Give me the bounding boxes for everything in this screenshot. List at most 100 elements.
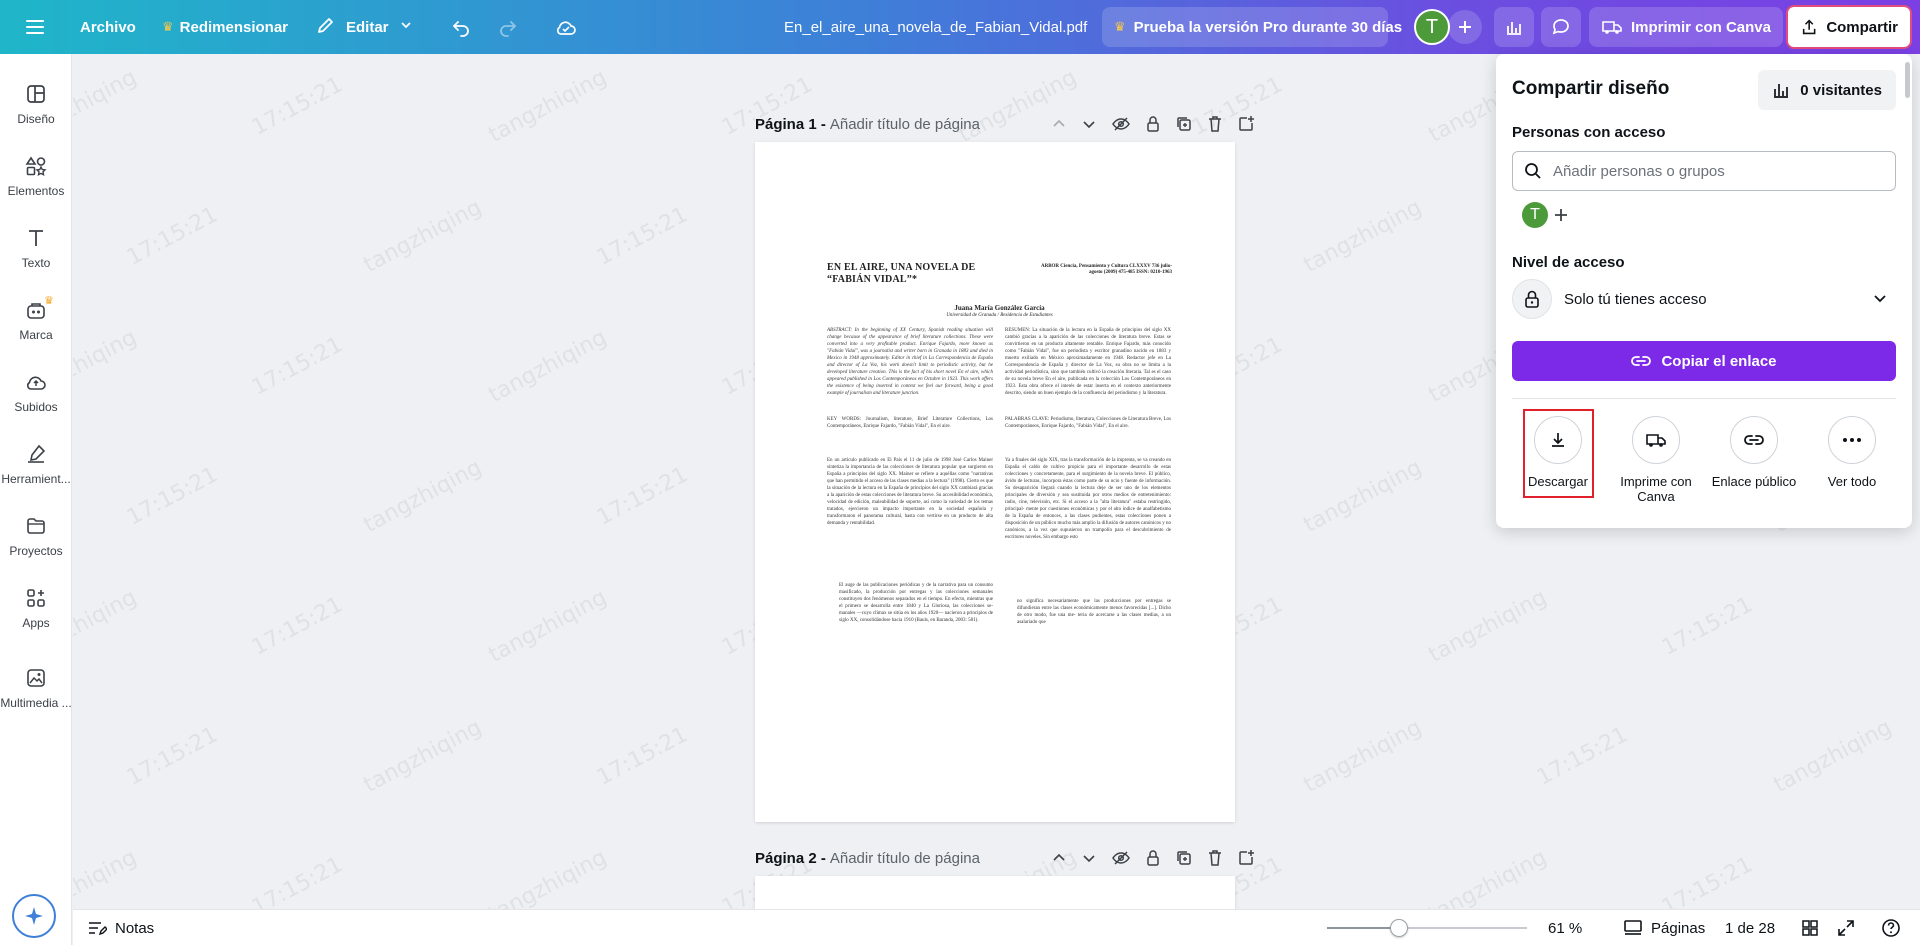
add-person-button[interactable] — [1548, 202, 1574, 228]
watermark-text: 17:15:21 — [592, 202, 692, 271]
crown-icon: ♛ — [1114, 19, 1126, 34]
add-page-icon[interactable] — [1237, 115, 1255, 133]
doc-quote-left: El auge de las publicaciones periódicas … — [839, 583, 993, 623]
chevron-down-icon[interactable] — [1081, 850, 1097, 866]
plus-icon — [1555, 209, 1567, 221]
sidebar-item-proyectos[interactable]: Proyectos — [0, 502, 72, 568]
sidebar-item-elementos[interactable]: Elementos — [0, 142, 72, 208]
duplicate-icon[interactable] — [1175, 115, 1193, 133]
cloud-saved-icon[interactable] — [554, 0, 578, 54]
chevron-up-icon[interactable] — [1051, 850, 1067, 866]
sidebar-item-subidos[interactable]: Subidos — [0, 358, 72, 424]
sidebar-item-apps[interactable]: Apps — [0, 574, 72, 640]
copy-link-button[interactable]: Copiar el enlace — [1512, 341, 1896, 381]
redo-icon[interactable] — [497, 0, 519, 54]
pen-tool-icon — [28, 444, 46, 463]
pages-view-button[interactable]: Páginas — [1623, 910, 1705, 945]
trash-icon[interactable] — [1207, 849, 1223, 867]
page-title-input[interactable]: Añadir título de página — [830, 116, 980, 133]
duplicate-icon[interactable] — [1175, 849, 1193, 867]
crown-icon: ♛ — [44, 295, 54, 307]
watermark-text: tangzhiqing — [359, 195, 486, 278]
sidebar-item-marca[interactable]: ♛ Marca — [0, 286, 72, 352]
watermark-text: tangzhiqing — [359, 715, 486, 798]
public-link-button[interactable]: Enlace público — [1710, 416, 1798, 489]
menu-icon[interactable] — [24, 0, 46, 54]
magic-assistant-button[interactable] — [12, 894, 56, 938]
share-upload-icon — [1802, 19, 1816, 35]
comments-button[interactable] — [1541, 7, 1581, 47]
access-level-value: Solo tú tienes acceso — [1564, 290, 1707, 308]
chevron-down-icon[interactable] — [1081, 116, 1097, 132]
doc-body-right: Ya a finales del siglo XIX, tras la tran… — [1005, 458, 1171, 540]
pro-trial-button[interactable]: ♛ Prueba la versión Pro durante 30 días — [1102, 7, 1402, 47]
add-people-input[interactable] — [1553, 162, 1873, 180]
page-number: Página 1 - — [755, 115, 826, 133]
add-people-field[interactable] — [1512, 151, 1896, 191]
lock-icon[interactable] — [1145, 849, 1161, 867]
pages-icon — [1624, 920, 1642, 935]
collaborator-avatar[interactable]: T — [1522, 202, 1548, 228]
plus-icon — [1459, 21, 1471, 33]
doc-palabras-clave: PALABRAS CLAVE: Periodismo, literatura, … — [1005, 417, 1171, 429]
zoom-slider-fill — [1327, 927, 1399, 929]
bottom-bar: Notas 61 % Páginas 1 de 28 — [73, 909, 1920, 945]
share-design-panel: Compartir diseño 0 visitantes Personas c… — [1496, 54, 1912, 528]
insights-button[interactable] — [1494, 7, 1534, 47]
see-all-button[interactable]: Ver todo — [1808, 416, 1896, 489]
user-avatar[interactable]: T — [1414, 9, 1450, 45]
add-collaborator-button[interactable] — [1448, 10, 1482, 44]
doc-keywords: KEY WORDS: Journalism, literature, Brief… — [827, 417, 993, 429]
sidebar-item-label: Proyectos — [9, 544, 63, 558]
sidebar-item-diseno[interactable]: Diseño — [0, 70, 72, 136]
panel-scrollbar[interactable] — [1905, 62, 1910, 98]
resize-button[interactable]: ♛ Redimensionar — [162, 0, 288, 54]
doc-title: EN EL AIRE, UNA NOVELA DE “FABIÁN VIDAL”… — [827, 262, 976, 285]
zoom-slider[interactable] — [1327, 919, 1527, 937]
archivo-menu[interactable]: Archivo — [80, 0, 136, 54]
page-title-input[interactable]: Añadir título de página — [830, 850, 980, 867]
share-button[interactable]: Compartir — [1786, 5, 1912, 49]
trash-icon[interactable] — [1207, 115, 1223, 133]
zoom-level[interactable]: 61 % — [1548, 910, 1582, 945]
page-2[interactable] — [755, 876, 1235, 909]
help-icon[interactable] — [1881, 910, 1901, 945]
watermark-text: 17:15:21 — [247, 332, 347, 401]
lock-icon[interactable] — [1145, 115, 1161, 133]
chevron-down-icon — [399, 18, 413, 36]
undo-icon[interactable] — [450, 0, 472, 54]
grid-view-icon[interactable] — [1801, 910, 1819, 945]
watermark-text: tangzhiqing — [1299, 715, 1426, 798]
divider — [1512, 398, 1896, 399]
print-with-canva-button[interactable]: Imprimir con Canva — [1589, 7, 1783, 47]
sidebar-item-herramientas[interactable]: Herramient... — [0, 430, 72, 496]
access-level-select[interactable]: Solo tú tienes acceso — [1512, 278, 1896, 320]
link-icon — [1730, 416, 1778, 464]
sidebar-item-texto[interactable]: Texto — [0, 214, 72, 280]
zoom-slider-handle[interactable] — [1390, 919, 1408, 937]
sidebar-item-multimedia[interactable]: Multimedia ... — [0, 654, 72, 720]
watermark-text: tangzhiqing — [73, 325, 141, 408]
notes-button[interactable]: Notas — [87, 910, 154, 945]
sidebar-item-label: Elementos — [7, 184, 65, 198]
hide-page-icon[interactable] — [1111, 116, 1131, 132]
edit-menu[interactable]: Editar — [316, 0, 413, 54]
file-name[interactable]: En_el_aire_una_novela_de_Fabian_Vidal.pd… — [784, 0, 1087, 54]
media-icon — [27, 669, 45, 687]
watermark-text: tangzhiqing — [484, 65, 611, 148]
watermark-text: tangzhiqing — [73, 585, 141, 668]
hide-page-icon[interactable] — [1111, 850, 1131, 866]
add-page-icon[interactable] — [1237, 849, 1255, 867]
share-panel-title: Compartir diseño — [1512, 78, 1670, 99]
sidebar-item-label: Herramient... — [1, 472, 71, 486]
crown-icon: ♛ — [162, 19, 174, 34]
text-icon — [29, 230, 43, 246]
page-1[interactable]: EN EL AIRE, UNA NOVELA DE “FABIÁN VIDAL”… — [755, 142, 1235, 822]
pencil-icon — [316, 15, 336, 39]
chevron-up-icon[interactable] — [1051, 116, 1067, 132]
fullscreen-icon[interactable] — [1837, 910, 1855, 945]
page-number: Página 2 - — [755, 849, 826, 867]
print-with-canva-action[interactable]: Imprime con Canva — [1612, 416, 1700, 504]
page-tools — [1051, 110, 1255, 138]
visitors-button[interactable]: 0 visitantes — [1758, 70, 1896, 110]
